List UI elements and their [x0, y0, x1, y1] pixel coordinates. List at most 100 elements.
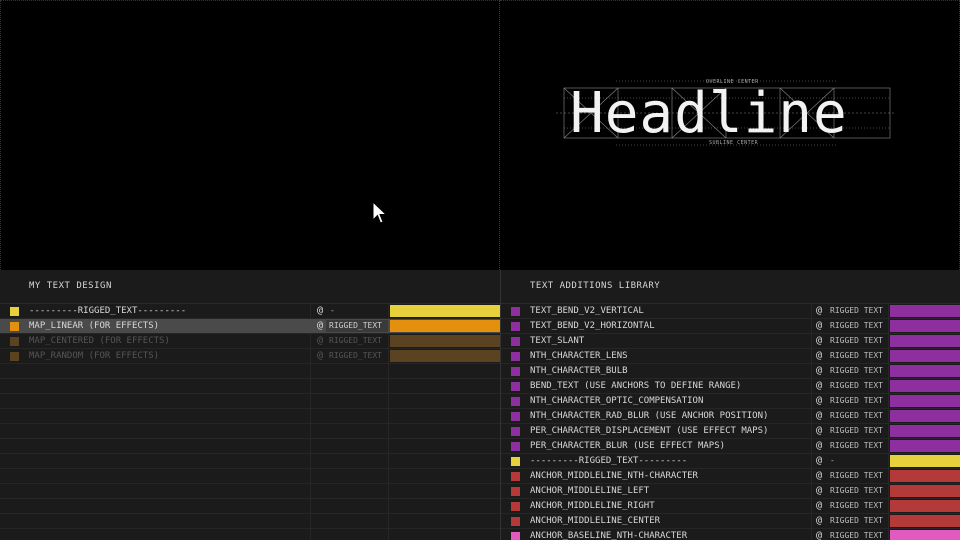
parent-value[interactable]: -	[830, 454, 835, 468]
empty-row	[0, 484, 500, 499]
label-color-bar	[890, 500, 960, 512]
parent-pickwhip-icon[interactable]: @	[813, 515, 825, 527]
library-row[interactable]: NTH_CHARACTER_OPTIC_COMPENSATION @ RIGGED …	[501, 394, 960, 409]
parent-value[interactable]: RIGGED TEXT	[830, 439, 883, 453]
library-row[interactable]: ANCHOR_MIDDLELINE_RIGHT @ RIGGED TEXT	[501, 499, 960, 514]
parent-pickwhip-icon[interactable]: @	[314, 320, 326, 332]
parent-pickwhip-icon[interactable]: @	[813, 320, 825, 332]
layer-name: ---------RIGGED_TEXT---------	[29, 306, 187, 316]
label-color-swatch[interactable]	[511, 442, 520, 451]
label-color-swatch[interactable]	[511, 337, 520, 346]
parent-value[interactable]: RIGGED TEXT	[830, 529, 883, 540]
library-item-name: NTH_CHARACTER_LENS	[530, 351, 628, 361]
parent-pickwhip-icon[interactable]: @	[813, 365, 825, 377]
parent-pickwhip-icon[interactable]: @	[813, 305, 825, 317]
library-row[interactable]: ---------RIGGED_TEXT--------- @ -	[501, 454, 960, 469]
label-color-swatch[interactable]	[10, 352, 19, 361]
library-row[interactable]: ANCHOR_MIDDLELINE_CENTER @ RIGGED TEXT	[501, 514, 960, 529]
library-item-name: PER_CHARACTER_DISPLACEMENT (USE EFFECT M…	[530, 426, 769, 436]
parent-value[interactable]: RIGGED TEXT	[830, 379, 883, 393]
parent-value[interactable]: RIGGED TEXT	[830, 304, 883, 318]
label-color-swatch[interactable]	[511, 382, 520, 391]
parent-pickwhip-icon[interactable]: @	[813, 335, 825, 347]
parent-value[interactable]: RIGGED_TEXT	[326, 335, 388, 347]
parent-pickwhip-icon[interactable]: @	[813, 470, 825, 482]
parent-pickwhip-icon[interactable]: @	[813, 455, 825, 467]
label-color-swatch[interactable]	[10, 337, 19, 346]
layer-row[interactable]: MAP_RANDOM (FOR EFFECTS) @ RIGGED_TEXT	[0, 349, 500, 364]
label-color-swatch[interactable]	[511, 322, 520, 331]
library-row[interactable]: PER_CHARACTER_BLUR (USE EFFECT MAPS) @ RIG…	[501, 439, 960, 454]
library-row[interactable]: TEXT_BEND_V2_VERTICAL @ RIGGED TEXT	[501, 304, 960, 319]
library-row[interactable]: ANCHOR_MIDDLELINE_NTH-CHARACTER @ RIGGED T…	[501, 469, 960, 484]
label-color-swatch[interactable]	[10, 307, 19, 316]
parent-pickwhip-icon[interactable]: @	[813, 395, 825, 407]
parent-pickwhip-icon[interactable]: @	[813, 530, 825, 540]
parent-pickwhip-icon[interactable]: @	[813, 380, 825, 392]
library-item-name: PER_CHARACTER_BLUR (USE EFFECT MAPS)	[530, 441, 726, 451]
library-row[interactable]: NTH_CHARACTER_BULB @ RIGGED TEXT	[501, 364, 960, 379]
parent-value[interactable]: RIGGED TEXT	[830, 349, 883, 363]
parent-value[interactable]: RIGGED_TEXT	[326, 350, 388, 362]
label-color-bar	[890, 335, 960, 347]
composition-viewer-left[interactable]	[0, 0, 500, 270]
library-row[interactable]: PER_CHARACTER_DISPLACEMENT (USE EFFECT M…	[501, 424, 960, 439]
parent-pickwhip-icon[interactable]: @	[813, 500, 825, 512]
parent-pickwhip-icon[interactable]: @	[314, 335, 326, 347]
parent-value[interactable]: RIGGED TEXT	[830, 499, 883, 513]
parent-pickwhip-icon[interactable]: @	[813, 425, 825, 437]
parent-pickwhip-icon[interactable]: @	[813, 350, 825, 362]
label-color-swatch[interactable]	[511, 517, 520, 526]
library-item-name: NTH_CHARACTER_RAD_BLUR (USE ANCHOR POSIT…	[530, 411, 769, 421]
parent-value[interactable]: -	[330, 304, 335, 318]
library-row[interactable]: ANCHOR_BASELINE_NTH-CHARACTER @ RIGGED TEX…	[501, 529, 960, 540]
parent-value[interactable]: RIGGED TEXT	[830, 484, 883, 498]
library-row[interactable]: TEXT_BEND_V2_HORIZONTAL @ RIGGED TEXT	[501, 319, 960, 334]
label-color-swatch[interactable]	[511, 367, 520, 376]
library-item-name: ANCHOR_MIDDLELINE_NTH-CHARACTER	[530, 471, 698, 481]
subline-label: SUBLINE CENTER	[709, 140, 759, 146]
label-color-swatch[interactable]	[511, 457, 520, 466]
parent-value[interactable]: RIGGED_TEXT	[326, 320, 388, 332]
library-row[interactable]: NTH_CHARACTER_RAD_BLUR (USE ANCHOR POSIT…	[501, 409, 960, 424]
parent-value[interactable]: RIGGED TEXT	[830, 394, 883, 408]
label-color-swatch[interactable]	[511, 307, 520, 316]
label-color-swatch[interactable]	[511, 412, 520, 421]
library-item-name: ANCHOR_MIDDLELINE_LEFT	[530, 486, 650, 496]
parent-value[interactable]: RIGGED TEXT	[830, 409, 883, 423]
parent-value[interactable]: RIGGED TEXT	[830, 424, 883, 438]
label-color-swatch[interactable]	[511, 532, 520, 540]
library-row[interactable]: ANCHOR_MIDDLELINE_LEFT @ RIGGED TEXT	[501, 484, 960, 499]
parent-value[interactable]: RIGGED TEXT	[830, 364, 883, 378]
parent-pickwhip-icon[interactable]: @	[813, 410, 825, 422]
label-color-bar	[890, 515, 960, 527]
label-color-bar	[390, 320, 500, 332]
parent-value[interactable]: RIGGED TEXT	[830, 469, 883, 483]
library-item-name: ANCHOR_MIDDLELINE_RIGHT	[530, 501, 655, 511]
label-color-bar	[890, 320, 960, 332]
parent-pickwhip-icon[interactable]: @	[813, 485, 825, 497]
layer-row[interactable]: ---------RIGGED_TEXT--------- @ -	[0, 304, 500, 319]
label-color-swatch[interactable]	[511, 352, 520, 361]
my-text-design-panel: MY TEXT DESIGN ---------RIGGED_TEXT-----…	[0, 270, 500, 540]
label-color-bar	[890, 470, 960, 482]
parent-value[interactable]: RIGGED TEXT	[830, 319, 883, 333]
layer-row[interactable]: MAP_LINEAR (FOR EFFECTS) @ RIGGED_TEXT	[0, 319, 500, 334]
label-color-swatch[interactable]	[511, 472, 520, 481]
label-color-bar	[390, 335, 500, 347]
parent-pickwhip-icon[interactable]: @	[813, 440, 825, 452]
library-row[interactable]: TEXT_SLANT @ RIGGED TEXT	[501, 334, 960, 349]
layer-row[interactable]: MAP_CENTERED (FOR EFFECTS) @ RIGGED_TEXT	[0, 334, 500, 349]
label-color-swatch[interactable]	[511, 487, 520, 496]
label-color-swatch[interactable]	[511, 427, 520, 436]
panel-title: TEXT ADDITIONS LIBRARY	[501, 270, 960, 304]
parent-value[interactable]: RIGGED TEXT	[830, 514, 883, 528]
label-color-swatch[interactable]	[10, 322, 19, 331]
parent-pickwhip-icon[interactable]: @	[314, 305, 326, 317]
parent-pickwhip-icon[interactable]: @	[314, 350, 326, 362]
parent-value[interactable]: RIGGED TEXT	[830, 334, 883, 348]
label-color-swatch[interactable]	[511, 397, 520, 406]
label-color-swatch[interactable]	[511, 502, 520, 511]
library-row[interactable]: NTH_CHARACTER_LENS @ RIGGED TEXT	[501, 349, 960, 364]
library-row[interactable]: BEND_TEXT (USE ANCHORS TO DEFINE RANGE) @…	[501, 379, 960, 394]
